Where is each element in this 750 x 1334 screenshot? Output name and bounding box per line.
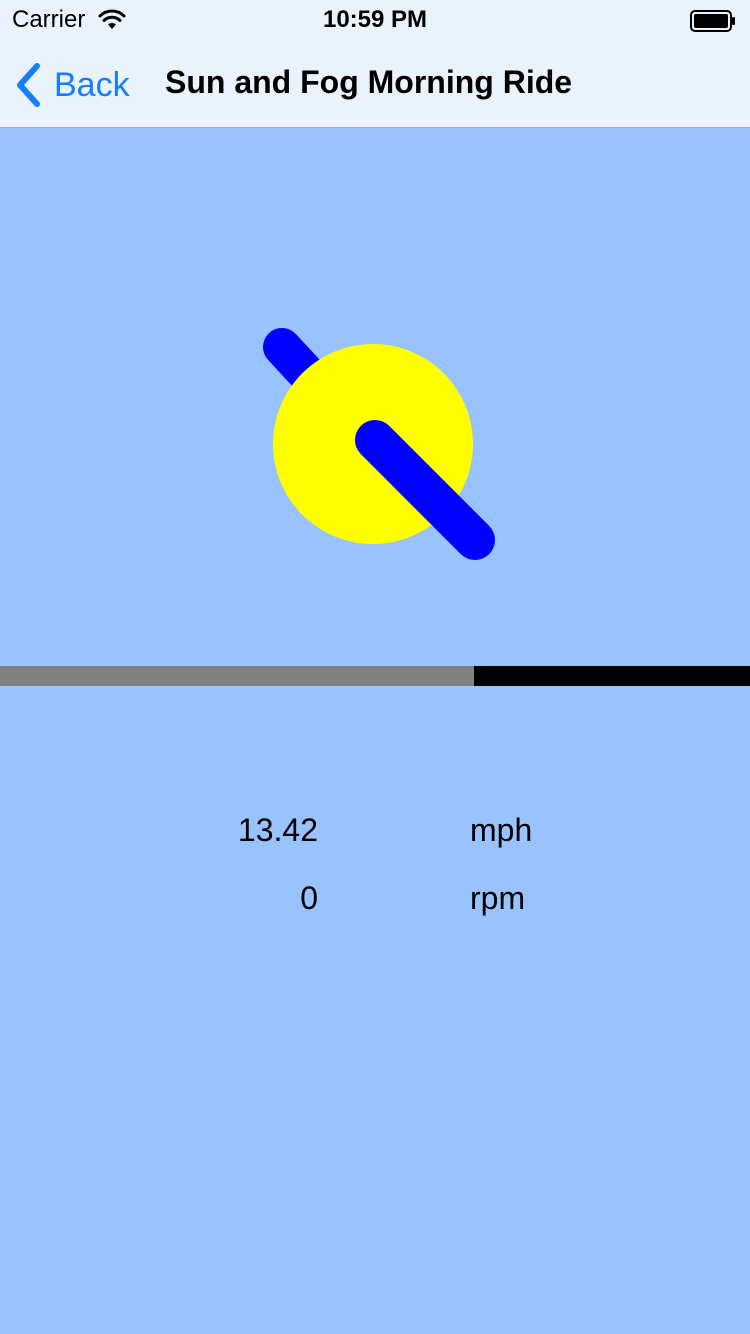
page-title: Sun and Fog Morning Ride [165, 64, 573, 100]
speed-unit: mph [470, 812, 533, 848]
ride-progress-fill [0, 666, 474, 686]
speed-value: 13.42 [237, 812, 318, 848]
cadence-value: 0 [300, 880, 318, 916]
battery-icon [690, 10, 735, 32]
navigation-bar: Back Sun and Fog Morning Ride [0, 40, 750, 128]
cadence-unit: rpm [470, 880, 526, 916]
crank-graphic [263, 328, 495, 560]
back-label: Back [54, 65, 130, 104]
status-time: 10:59 PM [322, 6, 428, 33]
chevron-left-icon [17, 63, 40, 107]
status-bar: Carrier 10:59 PM [0, 0, 750, 40]
ride-visualization [0, 128, 750, 666]
back-button[interactable]: Back [14, 62, 130, 108]
ride-progress-bar [0, 666, 750, 686]
